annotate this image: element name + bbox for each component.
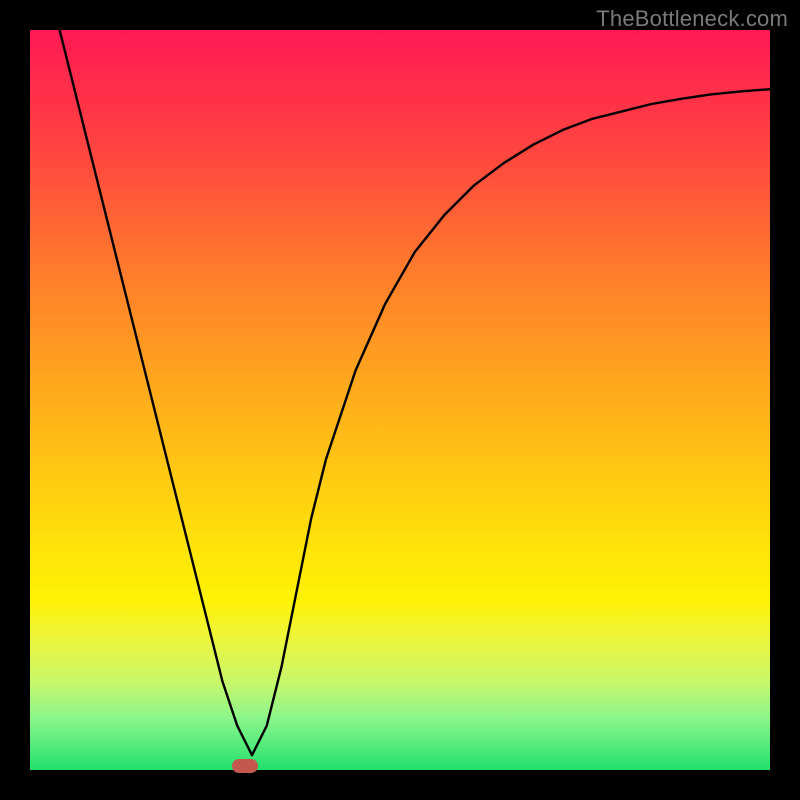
curve-svg: [30, 30, 770, 770]
plot-area: [30, 30, 770, 770]
watermark-text: TheBottleneck.com: [596, 6, 788, 32]
bottleneck-curve: [60, 30, 770, 755]
minimum-marker: [232, 759, 258, 773]
chart-frame: TheBottleneck.com: [0, 0, 800, 800]
